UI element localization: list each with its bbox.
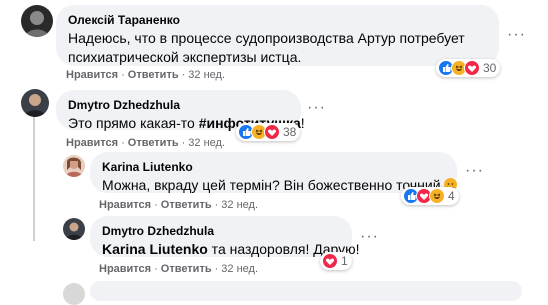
comment-time[interactable]: 32 нед. xyxy=(188,137,225,149)
comment-bubble: Олексій Тараненко Надеюсь, что в процесс… xyxy=(56,5,499,66)
comment-bubble: Karina Liutenko Можна, вкраду цей термін… xyxy=(90,152,458,195)
more-options-icon[interactable]: ··· xyxy=(465,163,483,180)
more-options-icon[interactable]: ··· xyxy=(507,27,525,44)
comment-time[interactable]: 32 нед. xyxy=(221,199,258,211)
comment-author[interactable]: Dmytro Dzhedzhula xyxy=(68,98,289,112)
reactions-summary[interactable]: 4 xyxy=(401,187,459,205)
avatar[interactable] xyxy=(21,89,49,117)
avatar[interactable] xyxy=(63,218,85,240)
reply-button[interactable]: Ответить xyxy=(161,263,212,275)
like-button[interactable]: Нравится xyxy=(99,263,151,275)
avatar[interactable] xyxy=(63,283,85,305)
like-button[interactable]: Нравится xyxy=(99,199,151,211)
comment-bubble xyxy=(90,281,522,301)
more-options-icon[interactable]: ··· xyxy=(307,100,325,117)
comment-author[interactable]: Олексій Тараненко xyxy=(68,13,487,27)
more-options-icon[interactable]: ··· xyxy=(360,229,378,246)
reactions-count: 38 xyxy=(283,125,297,139)
reactions-count: 4 xyxy=(448,189,455,203)
love-reaction-icon xyxy=(264,124,280,140)
comment-bubble: Dmytro Dzhedzhula Karina Liutenko та наз… xyxy=(90,216,360,257)
haha-reaction-icon xyxy=(429,188,445,204)
avatar[interactable] xyxy=(63,155,85,177)
like-button[interactable]: Нравится xyxy=(66,69,118,81)
reactions-count: 1 xyxy=(341,254,348,268)
comment-time[interactable]: 32 нед. xyxy=(188,69,225,81)
reactions-summary[interactable]: 1 xyxy=(320,252,352,270)
reactions-summary[interactable]: 38 xyxy=(236,123,301,141)
avatar-image xyxy=(24,94,46,117)
avatar-image xyxy=(65,222,83,240)
love-reaction-icon xyxy=(322,253,338,269)
thread-line xyxy=(33,116,35,241)
reactions-count: 30 xyxy=(483,61,497,75)
like-button[interactable]: Нравится xyxy=(66,137,118,149)
avatar-image xyxy=(25,11,49,37)
comment-actions: Нравится · Ответить · 32 нед. xyxy=(99,263,258,275)
comment-actions: Нравится · Ответить · 32 нед. xyxy=(66,69,225,81)
comment-text: Можна, вкраду цей термін? Він божественн… xyxy=(102,176,458,195)
reactions-summary[interactable]: 30 xyxy=(436,59,501,77)
comment-text: Надеюсь, что в процессе судопроизводства… xyxy=(68,30,465,65)
comment-text: Karina Liutenko та наздоровля! Дарую! xyxy=(102,241,360,257)
comment-author[interactable]: Karina Liutenko xyxy=(102,160,445,174)
comment-actions: Нравится · Ответить · 32 нед. xyxy=(99,199,258,211)
reply-button[interactable]: Ответить xyxy=(128,69,179,81)
comment-author[interactable]: Dmytro Dzhedzhula xyxy=(102,224,340,238)
reply-button[interactable]: Ответить xyxy=(161,199,212,211)
mention-link[interactable]: Karina Liutenko xyxy=(102,241,208,257)
love-reaction-icon xyxy=(464,60,480,76)
comment-actions: Нравится · Ответить · 32 нед. xyxy=(66,137,225,149)
comment-time[interactable]: 32 нед. xyxy=(221,263,258,275)
reply-button[interactable]: Ответить xyxy=(128,137,179,149)
avatar-image xyxy=(65,157,83,177)
avatar[interactable] xyxy=(21,5,53,37)
